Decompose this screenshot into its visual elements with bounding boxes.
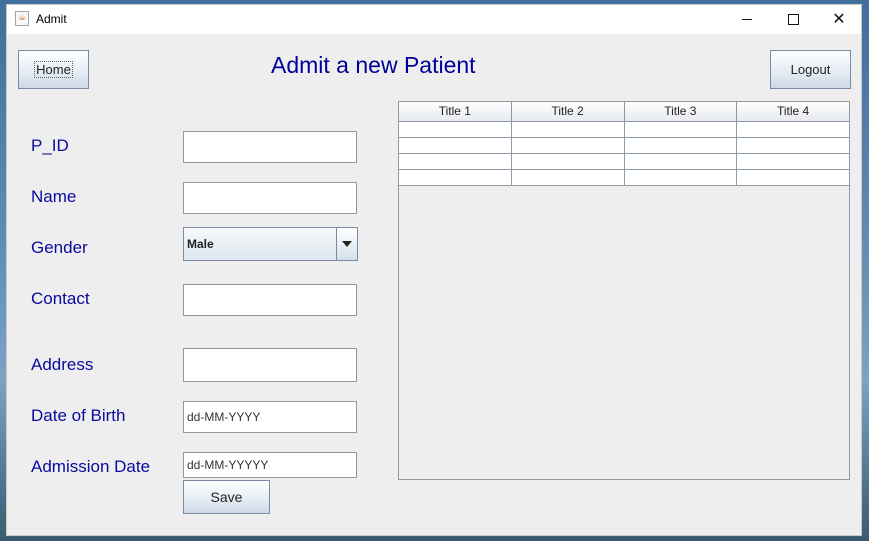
table-body [399,122,849,186]
address-label: Address [31,355,94,374]
pid-input[interactable] [183,131,357,163]
name-label: Name [31,187,77,206]
pid-label: P_ID [31,136,69,155]
table-cell[interactable] [625,138,738,153]
table-row[interactable] [399,138,849,154]
column-header[interactable]: Title 4 [737,102,849,121]
admit-window: ☕ Admit ✕ Home Admit a new Patient Logou… [6,4,862,536]
chevron-down-icon [342,241,352,247]
page-title: Admit a new Patient [271,52,476,78]
table-cell[interactable] [399,122,512,137]
contact-label: Contact [31,289,90,308]
table-cell[interactable] [512,154,625,169]
column-header[interactable]: Title 2 [512,102,625,121]
name-input[interactable] [183,182,357,214]
table-row[interactable] [399,122,849,138]
table-cell[interactable] [737,154,849,169]
maximize-button[interactable] [770,5,816,34]
gender-label: Gender [31,238,88,257]
table-header: Title 1 Title 2 Title 3 Title 4 [399,102,849,122]
table-cell[interactable] [512,138,625,153]
table-cell[interactable] [737,170,849,185]
contact-input[interactable] [183,284,357,316]
table-cell[interactable] [399,170,512,185]
close-icon: ✕ [832,9,846,28]
save-button[interactable]: Save [183,480,270,514]
dob-label: Date of Birth [31,406,126,425]
gender-select[interactable]: Male [183,227,358,261]
address-input[interactable] [183,348,357,382]
column-header[interactable]: Title 3 [625,102,738,121]
table-cell[interactable] [512,170,625,185]
gender-selected-value: Male [187,237,214,251]
column-header[interactable]: Title 1 [399,102,512,121]
table-cell[interactable] [625,154,738,169]
home-button-label: Home [34,61,73,78]
table-cell[interactable] [399,154,512,169]
close-button[interactable]: ✕ [816,5,862,34]
logout-button[interactable]: Logout [770,50,851,89]
dob-input[interactable] [183,401,357,433]
table-cell[interactable] [512,122,625,137]
admit-content: Home Admit a new Patient Logout P_ID Nam… [7,34,861,537]
admission-date-label: Admission Date [31,457,151,476]
java-cup-icon: ☕ [15,11,29,26]
maximize-icon [787,13,799,25]
minimize-icon [742,18,752,20]
window-title: Admit [36,12,67,26]
table-cell[interactable] [625,170,738,185]
table-cell[interactable] [399,138,512,153]
minimize-button[interactable] [724,5,770,34]
table-cell[interactable] [737,122,849,137]
table-row[interactable] [399,170,849,186]
gender-dropdown-button[interactable] [336,228,357,260]
home-button[interactable]: Home [18,50,89,89]
table-row[interactable] [399,154,849,170]
patient-table[interactable]: Title 1 Title 2 Title 3 Title 4 [398,101,850,480]
table-cell[interactable] [737,138,849,153]
table-cell[interactable] [625,122,738,137]
title-bar[interactable]: ☕ Admit ✕ [7,5,861,34]
admission-date-input[interactable] [183,452,357,478]
